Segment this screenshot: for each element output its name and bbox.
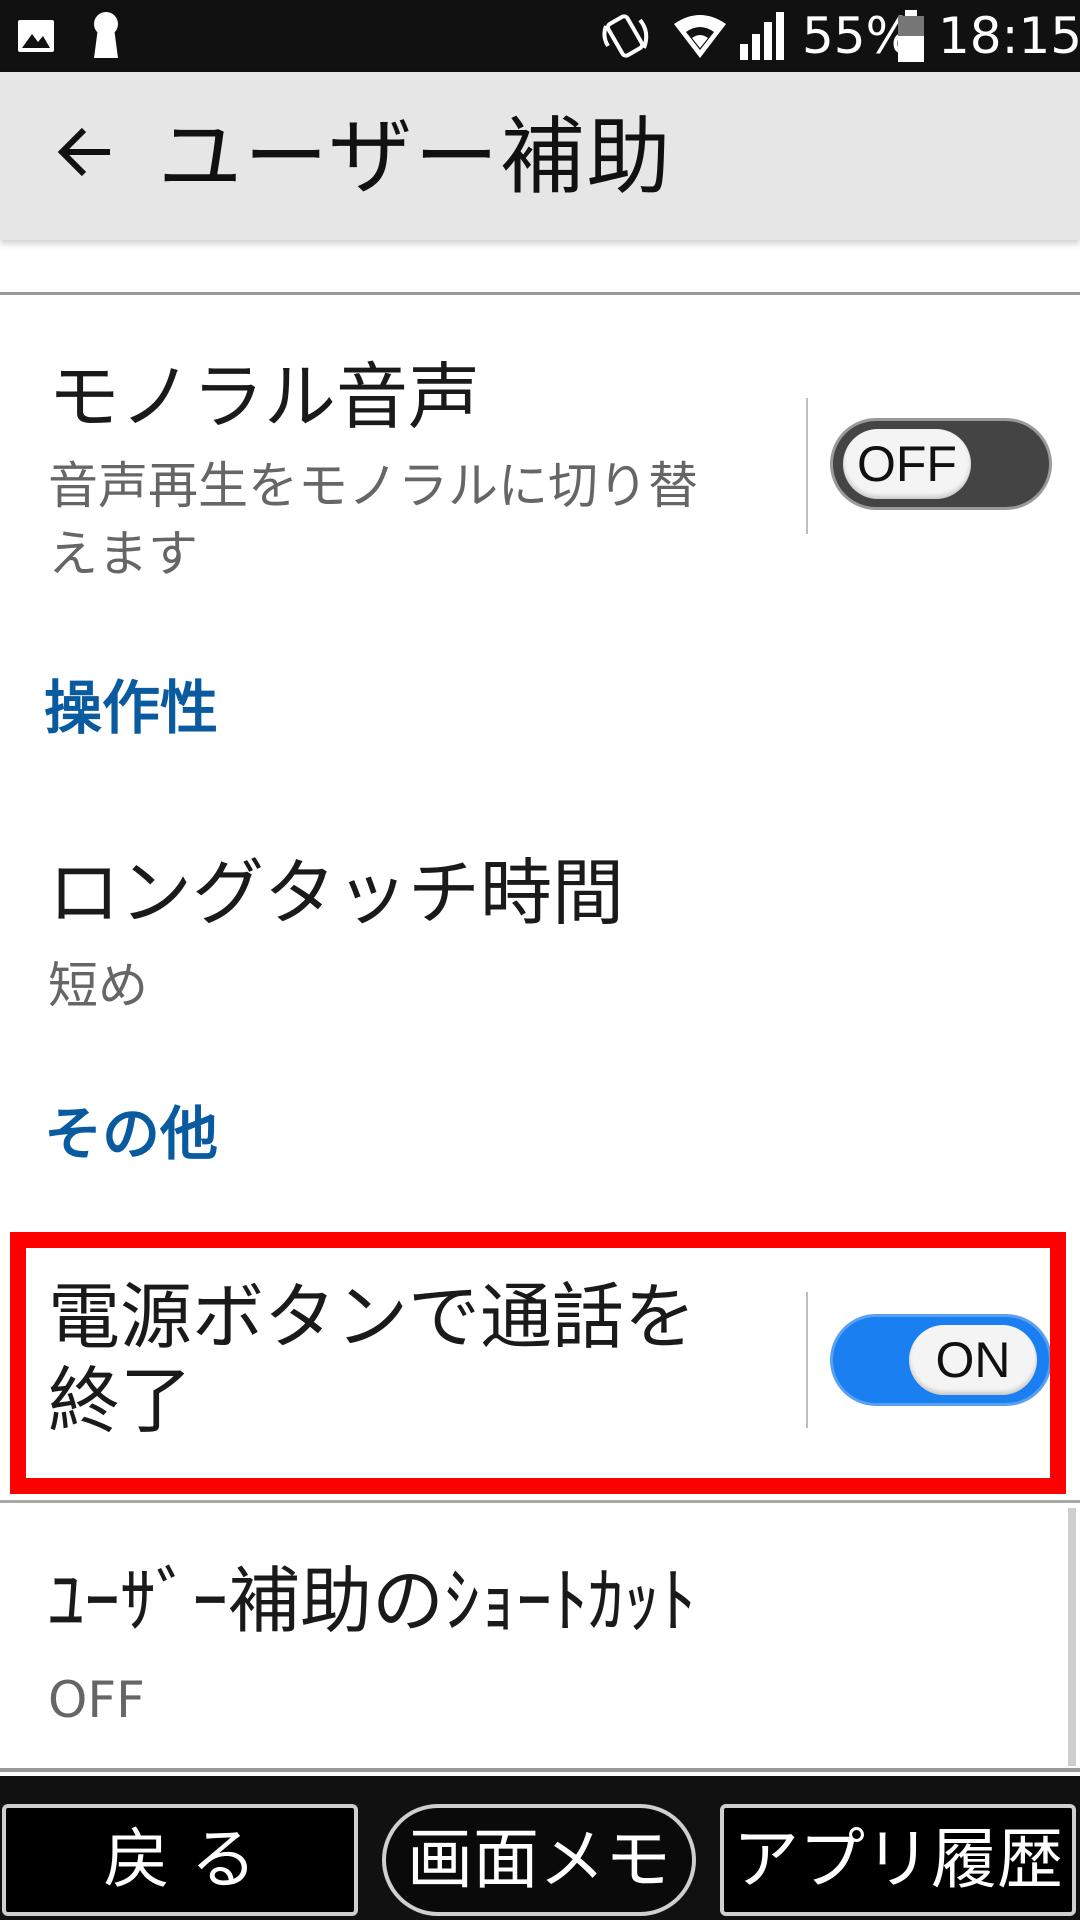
app-history-button[interactable]: アプリ履歴	[720, 1804, 1076, 1916]
section-header-other: その他	[44, 1100, 219, 1168]
status-bar: 55% 18:15	[0, 0, 1080, 72]
list-divider	[0, 1768, 1080, 1772]
keyhole-icon	[94, 12, 118, 58]
mono-audio-toggle[interactable]: OFF	[830, 418, 1052, 510]
clock: 18:15	[938, 7, 1080, 65]
long-touch-title: ロングタッチ時間	[48, 851, 625, 935]
battery-icon	[898, 10, 924, 62]
wifi-icon	[674, 15, 726, 58]
mono-audio-title: モノラル音声	[48, 355, 481, 439]
section-header-operability: 操作性	[44, 674, 219, 742]
page-title: ユーザー補助	[158, 108, 673, 206]
row-separator	[806, 398, 808, 534]
mono-audio-row[interactable]: モノラル音声 音声再生をモノラルに切り替 えます OFF	[0, 300, 1080, 600]
scrollbar[interactable]	[1068, 1508, 1076, 1766]
arrow-left-icon[interactable]	[56, 122, 116, 182]
mono-audio-summary-1: 音声再生をモノラルに切り替	[48, 457, 698, 515]
signal-icon	[740, 12, 784, 60]
long-touch-row[interactable]: ロングタッチ時間 短め	[0, 820, 1080, 1040]
shortcut-title: ﾕｰｻﾞｰ補助のｼｮｰﾄｶｯﾄ	[48, 1559, 697, 1643]
shortcut-row[interactable]: ﾕｰｻﾞｰ補助のｼｮｰﾄｶｯﾄ OFF	[0, 1506, 1080, 1766]
back-button[interactable]: 戻 る	[2, 1804, 358, 1916]
list-divider	[0, 292, 1080, 295]
screen-memo-button[interactable]: 画面メモ	[382, 1804, 696, 1916]
bottom-nav: 戻 る 画面メモ アプリ履歴	[0, 1776, 1080, 1920]
long-touch-summary: 短め	[48, 957, 148, 1015]
toggle-knob-off: OFF	[843, 429, 971, 499]
highlight-frame	[10, 1232, 1066, 1494]
shortcut-summary: OFF	[48, 1671, 145, 1729]
nfc-icon	[602, 14, 649, 58]
list-divider	[0, 1500, 1080, 1503]
image-icon	[18, 20, 54, 52]
app-bar: ユーザー補助	[0, 72, 1080, 240]
mono-audio-summary-2: えます	[48, 525, 198, 583]
